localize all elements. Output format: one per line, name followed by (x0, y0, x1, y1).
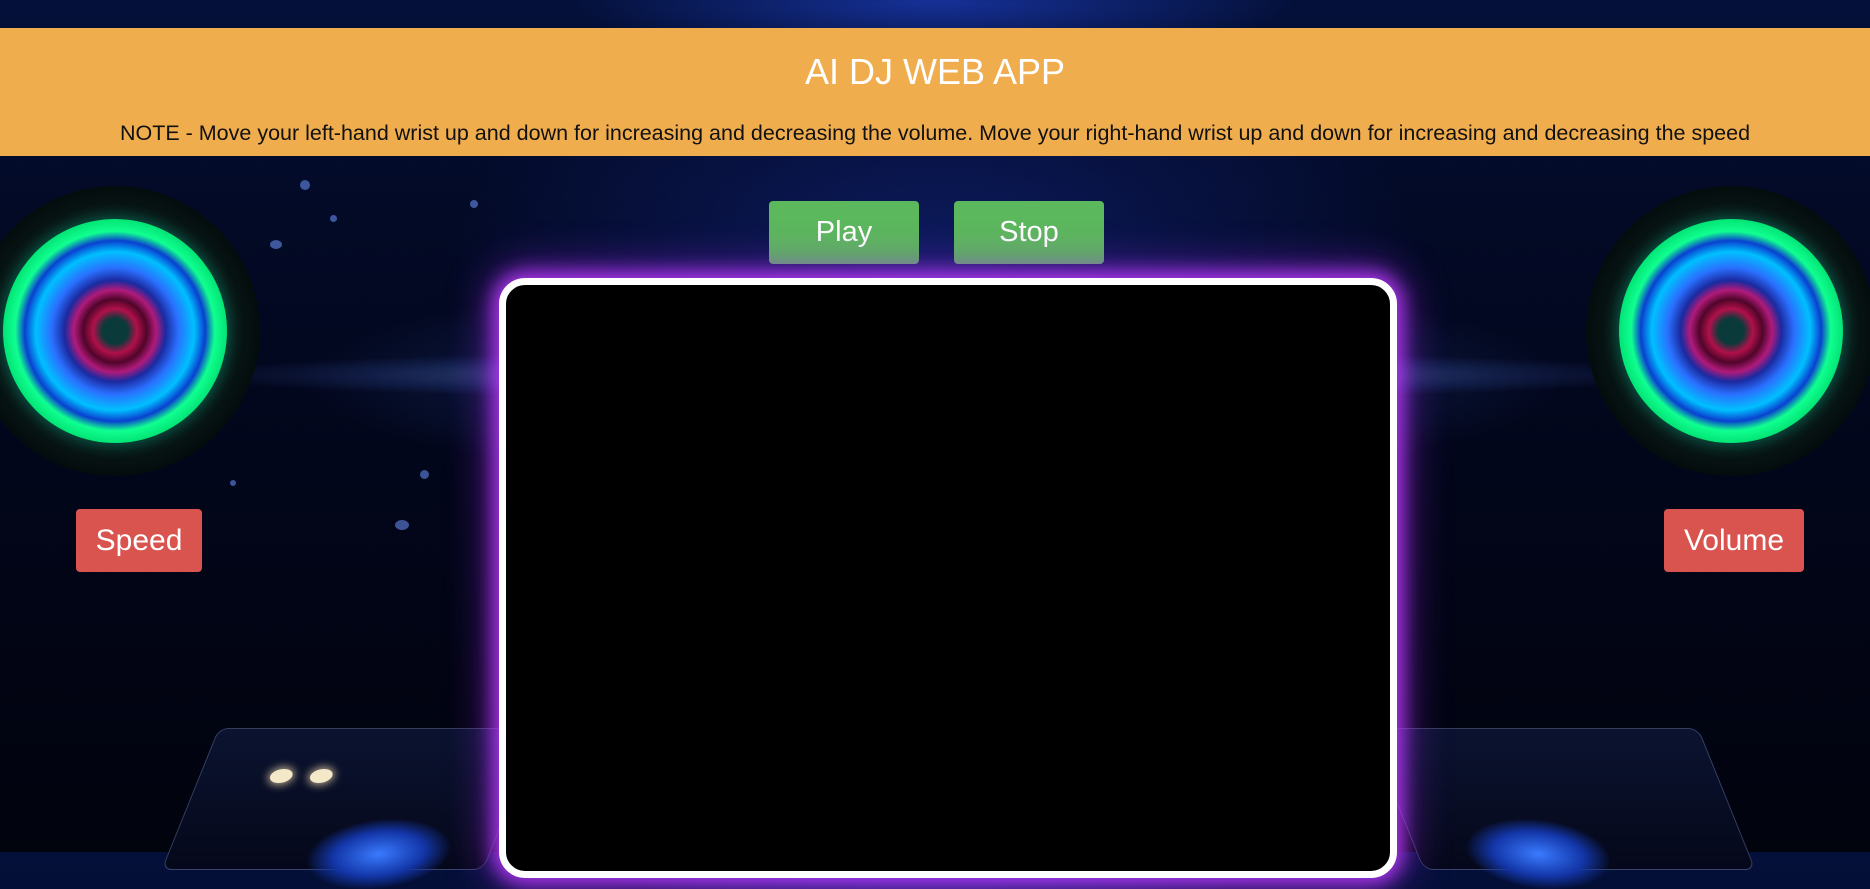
deck-platter (1454, 819, 1623, 889)
speaker-icon (0, 186, 260, 476)
speaker-icon (1586, 186, 1870, 476)
dj-deck-icon (1366, 728, 1756, 889)
splash-decoration (420, 470, 429, 479)
instructions-note: NOTE - Move your left-hand wrist up and … (119, 121, 1751, 145)
stop-button[interactable]: Stop (954, 201, 1104, 264)
dj-deck-icon (161, 728, 541, 889)
speaker-cone (3, 219, 227, 443)
speaker-cone (1619, 219, 1843, 443)
webcam-video-panel (499, 278, 1397, 878)
splash-decoration (300, 180, 310, 190)
deck-platter (294, 819, 463, 889)
deck-lamp (267, 769, 296, 783)
page-title: AI DJ WEB APP (804, 51, 1066, 92)
header-banner: AI DJ WEB APP NOTE - Move your left-hand… (0, 28, 1870, 156)
speed-button[interactable]: Speed (76, 509, 202, 572)
volume-button[interactable]: Volume (1664, 509, 1804, 572)
splash-decoration (395, 520, 409, 530)
splash-decoration (270, 240, 282, 249)
play-button[interactable]: Play (769, 201, 919, 264)
splash-decoration (230, 480, 236, 486)
splash-decoration (330, 215, 337, 222)
splash-decoration (470, 200, 478, 208)
deck-lamp (307, 769, 336, 783)
